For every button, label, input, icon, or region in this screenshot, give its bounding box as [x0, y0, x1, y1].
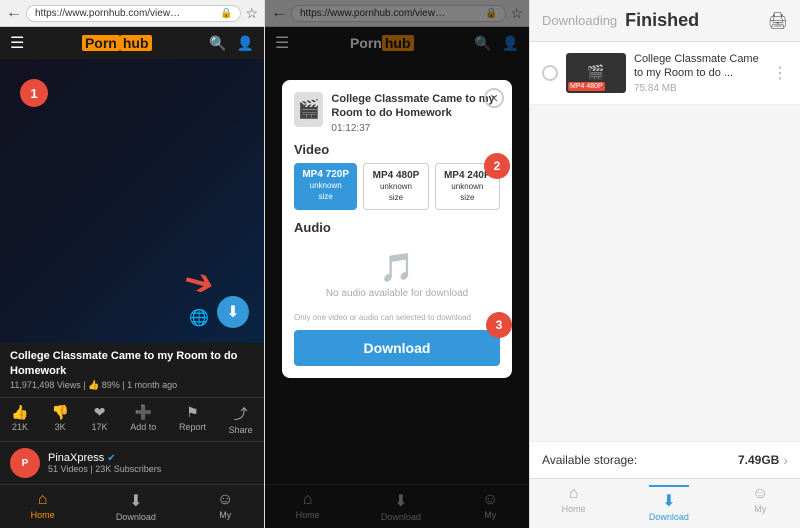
step3-badge: 3	[486, 312, 512, 338]
audio-placeholder: 🎵 No audio available for download	[294, 241, 500, 309]
channel-row-left: P PinaXpress ✔ 51 Videos | 23K Subscribe…	[0, 441, 264, 484]
popup-duration: 01:12:37	[331, 123, 500, 134]
thumb-icon: 🎬	[587, 64, 604, 81]
like-action[interactable]: 👍21K	[11, 404, 28, 435]
video-meta-left: 11,971,498 Views | 👍 89% | 1 month ago	[10, 380, 254, 391]
item-radio[interactable]	[542, 65, 558, 81]
quality-480p[interactable]: MP4 480Punknown size	[363, 163, 428, 210]
quality-options: MP4 720Punknown size MP4 480Punknown siz…	[294, 163, 500, 210]
user-icon-left[interactable]: 👤	[237, 35, 254, 52]
ph-header-icons-left: 🔍 👤	[209, 35, 254, 52]
lock-icon-left: 🔒	[220, 8, 232, 19]
panel-right: Downloading Finished 🖨 🎬 MP4 480P Colleg…	[530, 0, 800, 528]
logo-text-left: Porn	[82, 35, 120, 51]
popup-thumb: 🎬	[294, 92, 323, 127]
popup-title: College Classmate Came to my Room to do …	[331, 92, 500, 121]
p3-nav-my[interactable]: ☺My	[752, 485, 768, 522]
download-list: 🎬 MP4 480P College Classmate Came to my …	[530, 42, 800, 242]
browser-bar-left: ← https://www.pornhub.com/view_video.php…	[0, 0, 264, 27]
url-bar-left[interactable]: https://www.pornhub.com/view_video.php?v…	[26, 5, 241, 22]
item-info: College Classmate Came to my Room to do …	[634, 52, 764, 94]
favorite-action[interactable]: ❤17K	[92, 404, 108, 435]
ph-logo-left: Pornhub	[82, 35, 152, 51]
p3-nav-download[interactable]: ⬇Download	[649, 485, 689, 522]
dislike-action[interactable]: 👎3K	[51, 404, 68, 435]
channel-avatar-left: P	[10, 448, 40, 478]
download-btn-container: Download 3	[294, 322, 500, 366]
download-main-btn[interactable]: Download	[294, 330, 500, 366]
nav-home-left[interactable]: ⌂Home	[31, 491, 55, 522]
popup-close-btn[interactable]: ✕	[484, 88, 504, 108]
storage-arrow-icon: ›	[783, 452, 788, 468]
step2-badge: 2	[484, 153, 510, 179]
video-info-left: College Classmate Came to my Room to do …	[0, 343, 264, 397]
header-downloading: Downloading	[542, 13, 617, 28]
url-text-left: https://www.pornhub.com/view_video.php?v…	[35, 8, 185, 19]
menu-icon-left[interactable]: ☰	[10, 33, 24, 53]
print-icon[interactable]: 🖨	[768, 11, 788, 31]
audio-icon: 🎵	[380, 251, 415, 284]
p3-nav-home[interactable]: ⌂Home	[562, 485, 586, 522]
video-title-left: College Classmate Came to my Room to do …	[10, 349, 254, 378]
download-popup: ✕ 🎬 College Classmate Came to my Room to…	[282, 80, 512, 378]
addto-action[interactable]: ➕Add to	[130, 404, 156, 435]
video-actions-left: 👍21K 👎3K ❤17K ➕Add to ⚑Report ⤴Share	[0, 397, 264, 441]
bookmark-icon-left[interactable]: ☆	[245, 5, 258, 22]
item-size: 75.84 MB	[634, 83, 764, 94]
item-quality-label: MP4 480P	[568, 82, 605, 91]
share-action[interactable]: ⤴Share	[229, 404, 253, 435]
audio-section-label: Audio	[294, 220, 500, 235]
download-note: Only one video or audio can selected to …	[294, 313, 500, 322]
item-title: College Classmate Came to my Room to do …	[634, 52, 764, 81]
video-section-label: Video	[294, 142, 500, 157]
storage-label: Available storage:	[542, 453, 738, 467]
globe-icon: 🌐	[189, 308, 209, 328]
video-area-left: 1 ➔ 🌐 ⬇ College Classmate Came to my Roo…	[0, 59, 264, 484]
header-finished: Finished	[625, 10, 699, 31]
panel-middle: ← https://www.pornhub.com/view_video.php…	[265, 0, 530, 528]
channel-name-left[interactable]: PinaXpress ✔	[48, 452, 161, 464]
item-thumbnail: 🎬 MP4 480P	[566, 53, 626, 93]
panel3-bottom-nav: ⌂Home ⬇Download ☺My	[530, 478, 800, 528]
channel-meta-left: 51 Videos | 23K Subscribers	[48, 464, 161, 474]
video-thumbnail-left[interactable]: 1 ➔ 🌐 ⬇	[0, 59, 264, 343]
back-button-left[interactable]: ←	[6, 4, 22, 22]
nav-my-left[interactable]: ☺My	[217, 491, 233, 522]
panel3-header: Downloading Finished 🖨	[530, 0, 800, 42]
no-audio-text: No audio available for download	[326, 288, 468, 299]
spacer	[530, 242, 800, 442]
storage-row[interactable]: Available storage: 7.49GB ›	[530, 441, 800, 478]
storage-value: 7.49GB	[738, 453, 779, 467]
popup-video-info: 🎬 College Classmate Came to my Room to d…	[294, 92, 500, 134]
quality-720p[interactable]: MP4 720Punknown size	[294, 163, 357, 210]
nav-download-left[interactable]: ⬇Download	[116, 491, 156, 522]
report-action[interactable]: ⚑Report	[179, 404, 206, 435]
panel-left: ← https://www.pornhub.com/view_video.php…	[0, 0, 265, 528]
logo-highlight-left: hub	[120, 35, 152, 51]
ph-header-left: ☰ Pornhub 🔍 👤	[0, 27, 264, 59]
download-item: 🎬 MP4 480P College Classmate Came to my …	[530, 42, 800, 105]
verified-icon-left: ✔	[107, 453, 115, 464]
download-popup-overlay: ✕ 🎬 College Classmate Came to my Room to…	[265, 0, 529, 528]
search-icon-left[interactable]: 🔍	[209, 35, 226, 52]
bottom-nav-left: ⌂Home ⬇Download ☺My	[0, 484, 264, 528]
item-menu-btn[interactable]: ⋮	[772, 63, 788, 83]
step1-badge: 1	[20, 79, 48, 107]
